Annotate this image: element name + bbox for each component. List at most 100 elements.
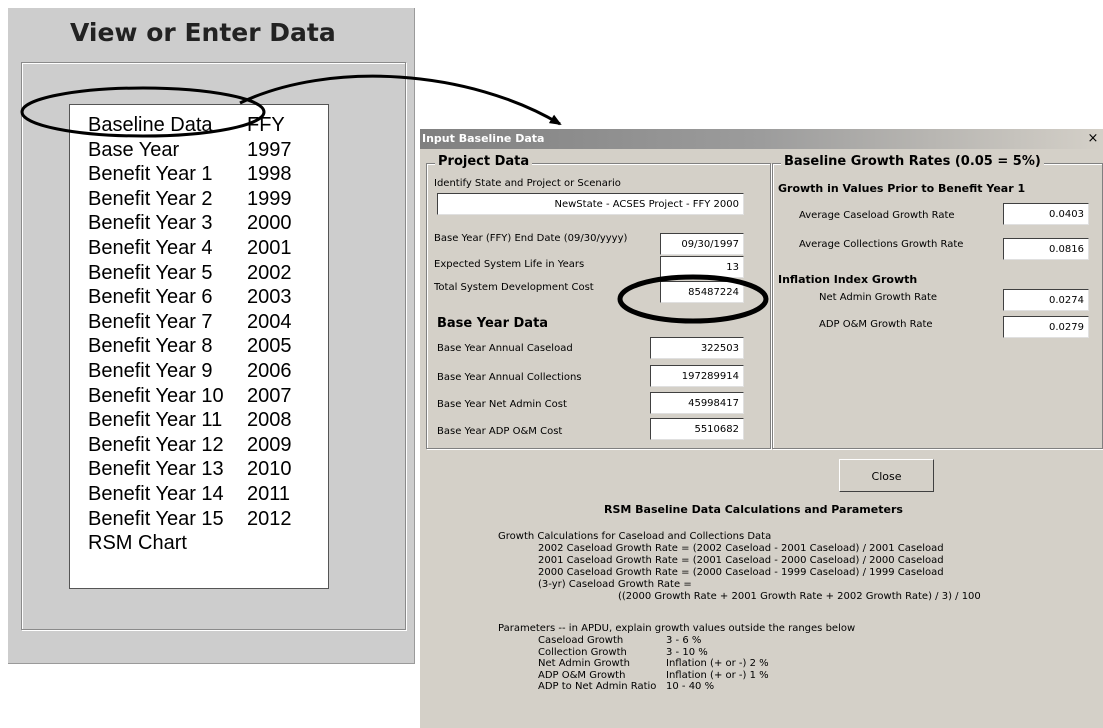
list-item-year: FFY (247, 114, 285, 136)
identify-field[interactable]: NewState - ACSES Project - FFY 2000 (437, 193, 744, 215)
adp-growth-field[interactable]: 0.0279 (1003, 316, 1089, 338)
year-listbox[interactable]: Baseline Data FFY Base Year 1997 Benefit Yea… (69, 104, 329, 589)
list-item-label: Benefit Year 6 (88, 286, 213, 309)
parameter-row: Caseload Growth 3 - 6 % (538, 635, 838, 647)
list-item[interactable]: Benefit Year 7 2004 (70, 310, 328, 335)
list-item-label: Benefit Year 12 (88, 433, 224, 456)
close-icon[interactable]: × (1085, 131, 1101, 147)
parameter-range: 3 - 10 % (666, 646, 708, 658)
parameter-name: ADP to Net Admin Ratio (538, 681, 657, 692)
base-year-data-heading: Base Year Data (437, 316, 549, 331)
list-item[interactable]: Benefit Year 5 2002 (70, 261, 328, 286)
list-item-label: Benefit Year 11 (88, 409, 223, 432)
system-life-field[interactable]: 13 (660, 256, 744, 278)
parameter-row: ADP O&M Growth Inflation (+ or -) 1 % (538, 670, 838, 682)
parameter-range: Inflation (+ or -) 1 % (666, 669, 769, 681)
list-item-year: 2008 (247, 409, 292, 432)
list-item-year: 2010 (247, 458, 292, 481)
parameter-row: Collection Growth 3 - 10 % (538, 647, 838, 659)
inflation-heading: Inflation Index Growth (778, 273, 918, 286)
list-item-label: Benefit Year 4 (88, 236, 213, 259)
list-item-label: Base Year (88, 138, 180, 161)
adp-growth-label: ADP O&M Growth Rate (819, 319, 933, 330)
list-item-label: Benefit Year 7 (88, 310, 213, 333)
list-item-year: 2007 (247, 384, 292, 407)
calc-line: 2001 Caseload Growth Rate = (2001 Caselo… (538, 555, 944, 566)
net-admin-cost-label: Base Year Net Admin Cost (437, 399, 567, 410)
list-item[interactable]: Benefit Year 14 2011 (70, 482, 328, 507)
list-item[interactable]: RSM Chart (70, 531, 328, 556)
net-admin-growth-field[interactable]: 0.0274 (1003, 289, 1089, 311)
parameter-row: ADP to Net Admin Ratio 10 - 40 % (538, 681, 838, 693)
list-item-label: Benefit Year 10 (88, 384, 224, 407)
identify-label: Identify State and Project or Scenario (434, 178, 621, 189)
params-heading: Parameters -- in APDU, explain growth va… (498, 623, 856, 634)
list-item-label: Benefit Year 15 (88, 507, 224, 530)
calc-heading: RSM Baseline Data Calculations and Param… (604, 503, 903, 516)
close-button[interactable]: Close (839, 459, 934, 492)
growth-rates-heading: Baseline Growth Rates (0.05 = 5%) (781, 154, 1044, 169)
list-item[interactable]: Baseline Data FFY (70, 113, 328, 138)
dev-cost-field[interactable]: 85487224 (660, 281, 744, 303)
list-item[interactable]: Benefit Year 1 1998 (70, 162, 328, 187)
adp-cost-label: Base Year ADP O&M Cost (437, 426, 563, 437)
adp-cost-field[interactable]: 5510682 (650, 418, 744, 440)
list-item-label: Benefit Year 3 (88, 212, 213, 235)
parameter-row: Net Admin Growth Inflation (+ or -) 2 % (538, 658, 838, 670)
dev-cost-label: Total System Development Cost (434, 282, 594, 293)
list-item-year: 2009 (247, 433, 292, 456)
parameter-ranges: Caseload Growth 3 - 6 % Collection Growth 3… (538, 635, 838, 695)
calc-line: Growth Calculations for Caseload and Col… (498, 531, 772, 542)
list-item-label: Benefit Year 8 (88, 335, 213, 358)
calc-line: 2000 Caseload Growth Rate = (2000 Caselo… (538, 567, 944, 578)
prior-growth-heading: Growth in Values Prior to Benefit Year 1 (778, 182, 1026, 195)
calc-line: ((2000 Growth Rate + 2001 Growth Rate + … (618, 591, 981, 602)
parameter-name: Collection Growth (538, 646, 627, 658)
base-year-end-label: Base Year (FFY) End Date (09/30/yyyy) (434, 233, 628, 244)
dialog-title: Input Baseline Data (422, 132, 545, 145)
collections-label: Base Year Annual Collections (437, 372, 582, 383)
list-item[interactable]: Benefit Year 15 2012 (70, 507, 328, 532)
list-item[interactable]: Benefit Year 13 2010 (70, 457, 328, 482)
project-data-heading: Project Data (435, 154, 533, 169)
list-item-label: RSM Chart (88, 532, 187, 555)
list-item-label: Baseline Data (88, 114, 213, 136)
panel-title: View or Enter Data (70, 18, 336, 47)
collections-field[interactable]: 197289914 (650, 365, 744, 387)
net-admin-cost-field[interactable]: 45998417 (650, 392, 744, 414)
dialog-titlebar[interactable]: Input Baseline Data × (420, 129, 1103, 149)
caseload-field[interactable]: 322503 (650, 337, 744, 359)
parameter-name: Net Admin Growth (538, 658, 630, 669)
parameter-name: ADP O&M Growth (538, 669, 626, 681)
net-admin-growth-label: Net Admin Growth Rate (819, 292, 938, 303)
list-item[interactable]: Base Year 1997 (70, 138, 328, 163)
list-item-year: 2006 (247, 359, 292, 382)
list-item[interactable]: Benefit Year 6 2003 (70, 285, 328, 310)
list-item-label: Benefit Year 14 (88, 482, 224, 505)
list-item-label: Benefit Year 9 (88, 359, 213, 382)
list-item-label: Benefit Year 5 (88, 261, 213, 284)
list-item-year: 1998 (247, 163, 292, 186)
parameter-range: 10 - 40 % (666, 681, 715, 692)
list-item[interactable]: Benefit Year 9 2006 (70, 359, 328, 384)
base-year-end-field[interactable]: 09/30/1997 (660, 233, 744, 255)
input-baseline-data-dialog: Input Baseline Data × Project Data Ident… (420, 129, 1103, 728)
system-life-label: Expected System Life in Years (434, 259, 585, 270)
list-item[interactable]: Benefit Year 3 2000 (70, 211, 328, 236)
parameter-range: Inflation (+ or -) 2 % (666, 658, 769, 669)
list-item-year: 1999 (247, 187, 292, 210)
avg-caseload-growth-field[interactable]: 0.0403 (1003, 203, 1089, 225)
calc-line: (3-yr) Caseload Growth Rate = (538, 579, 692, 590)
list-item[interactable]: Benefit Year 12 2009 (70, 433, 328, 458)
list-item-year: 1997 (247, 138, 292, 161)
list-item[interactable]: Benefit Year 2 1999 (70, 187, 328, 212)
list-item-year: 2011 (247, 482, 291, 505)
list-item-year: 2004 (247, 310, 292, 333)
list-item[interactable]: Benefit Year 11 2008 (70, 408, 328, 433)
avg-collections-growth-field[interactable]: 0.0816 (1003, 238, 1089, 260)
list-item[interactable]: Benefit Year 8 2005 (70, 334, 328, 359)
list-item[interactable]: Benefit Year 10 2007 (70, 384, 328, 409)
caseload-label: Base Year Annual Caseload (437, 343, 573, 354)
list-item[interactable]: Benefit Year 4 2001 (70, 236, 328, 261)
list-item-year: 2000 (247, 212, 292, 235)
